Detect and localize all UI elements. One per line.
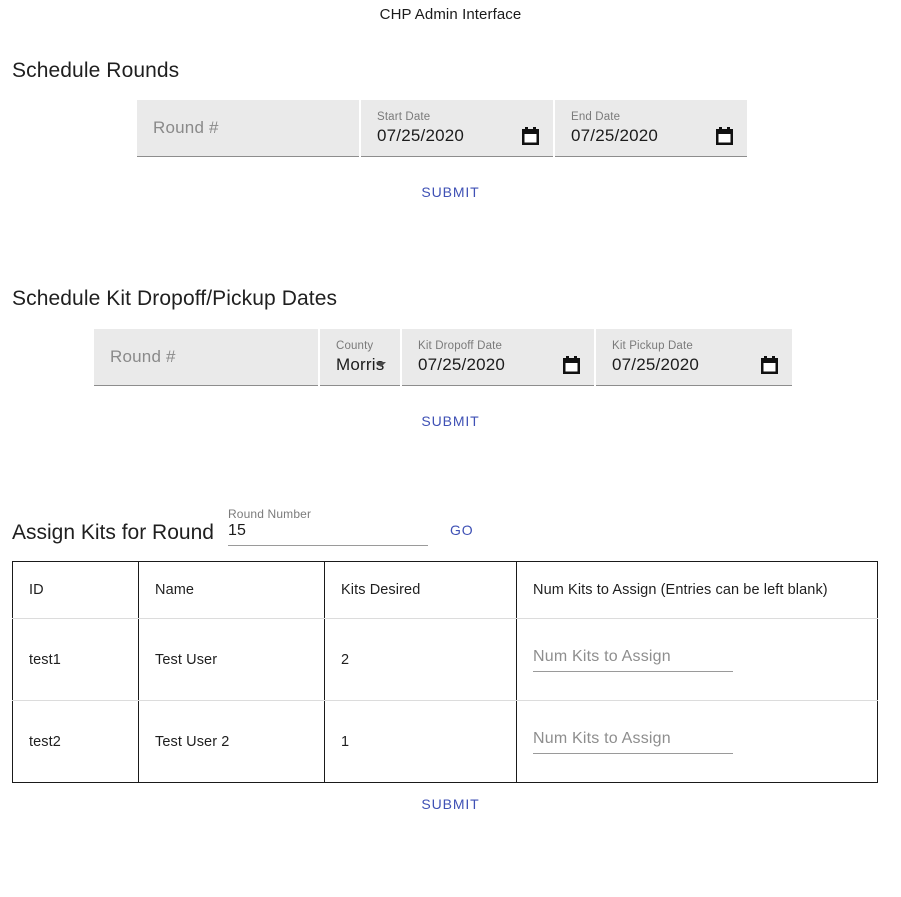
assign-kits-go-button[interactable]: GO <box>440 516 484 544</box>
schedule-kits-submit-button[interactable]: SUBMIT <box>411 407 489 435</box>
schedule-rounds-heading: Schedule Rounds <box>12 59 180 82</box>
schedule-kits-dropoff-date-field[interactable]: Kit Dropoff Date 07/25/2020 <box>402 329 594 386</box>
schedule-rounds-start-date-field[interactable]: Start Date 07/25/2020 <box>361 100 553 157</box>
schedule-kits-round-field[interactable]: Round # <box>94 329 318 386</box>
cell-id: test2 <box>12 700 139 783</box>
calendar-icon[interactable] <box>522 127 539 145</box>
round-number-label: Round Number <box>227 507 312 521</box>
cell-assign-input <box>517 701 878 783</box>
assign-kits-table: ID Name Kits Desired Num Kits to Assign … <box>12 561 878 783</box>
schedule-kits-pickup-date-field[interactable]: Kit Pickup Date 07/25/2020 <box>596 329 792 386</box>
schedule-rounds-submit-row: SUBMIT <box>0 178 901 206</box>
schedule-rounds-submit-button[interactable]: SUBMIT <box>411 178 489 206</box>
kit-dropoff-date-value: 07/25/2020 <box>418 355 506 374</box>
num-kits-to-assign-input[interactable] <box>533 729 733 754</box>
calendar-icon[interactable] <box>563 356 580 374</box>
kit-pickup-date-label: Kit Pickup Date <box>612 340 693 352</box>
calendar-icon[interactable] <box>716 127 733 145</box>
schedule-kits-round-placeholder: Round # <box>110 347 176 366</box>
schedule-rounds-end-date-field[interactable]: End Date 07/25/2020 <box>555 100 747 157</box>
kit-dropoff-date-label: Kit Dropoff Date <box>418 340 503 352</box>
column-header-kits-desired: Kits Desired <box>324 561 517 619</box>
table-row: test2 Test User 2 1 <box>12 700 878 783</box>
cell-assign-input <box>516 618 878 701</box>
schedule-rounds-round-field[interactable]: Round # <box>137 100 359 157</box>
assign-kits-heading: Assign Kits for Round <box>12 521 214 544</box>
schedule-kits-county-field[interactable]: County Morris <box>320 329 400 386</box>
assign-kits-submit-row: SUBMIT <box>0 790 901 818</box>
end-date-label: End Date <box>571 111 621 123</box>
cell-id: test1 <box>12 618 139 701</box>
schedule-kits-heading: Schedule Kit Dropoff/Pickup Dates <box>12 287 338 310</box>
start-date-label: Start Date <box>377 111 431 123</box>
cell-name: Test User <box>138 618 325 701</box>
app-title: CHP Admin Interface <box>379 6 522 23</box>
assign-kits-header-row: Assign Kits for Round Round Number GO <box>0 507 901 546</box>
table-row: test1 Test User 2 <box>12 618 878 701</box>
assign-kits-submit-button[interactable]: SUBMIT <box>411 790 489 818</box>
round-number-field[interactable]: Round Number <box>227 507 428 546</box>
schedule-kits-submit-row: SUBMIT <box>0 407 901 435</box>
column-header-id: ID <box>12 561 139 619</box>
start-date-value: 07/25/2020 <box>377 126 465 145</box>
round-number-input[interactable] <box>227 521 428 546</box>
county-label: County <box>336 340 374 352</box>
num-kits-to-assign-input[interactable] <box>533 647 733 672</box>
cell-name: Test User 2 <box>138 700 325 783</box>
chevron-down-icon[interactable] <box>376 362 386 367</box>
cell-kits-desired: 2 <box>324 618 517 701</box>
calendar-icon[interactable] <box>761 356 778 374</box>
table-header-row: ID Name Kits Desired Num Kits to Assign … <box>12 561 878 619</box>
column-header-num-kits-to-assign: Num Kits to Assign (Entries can be left … <box>516 561 878 619</box>
schedule-rounds-round-placeholder: Round # <box>153 118 219 137</box>
cell-kits-desired: 1 <box>324 700 517 783</box>
schedule-kits-form: Round # County Morris Kit Dropoff Date 0… <box>0 329 901 386</box>
kit-pickup-date-value: 07/25/2020 <box>612 355 700 374</box>
column-header-name: Name <box>138 561 325 619</box>
schedule-rounds-form: Round # Start Date 07/25/2020 End Date 0… <box>0 100 901 157</box>
end-date-value: 07/25/2020 <box>571 126 659 145</box>
